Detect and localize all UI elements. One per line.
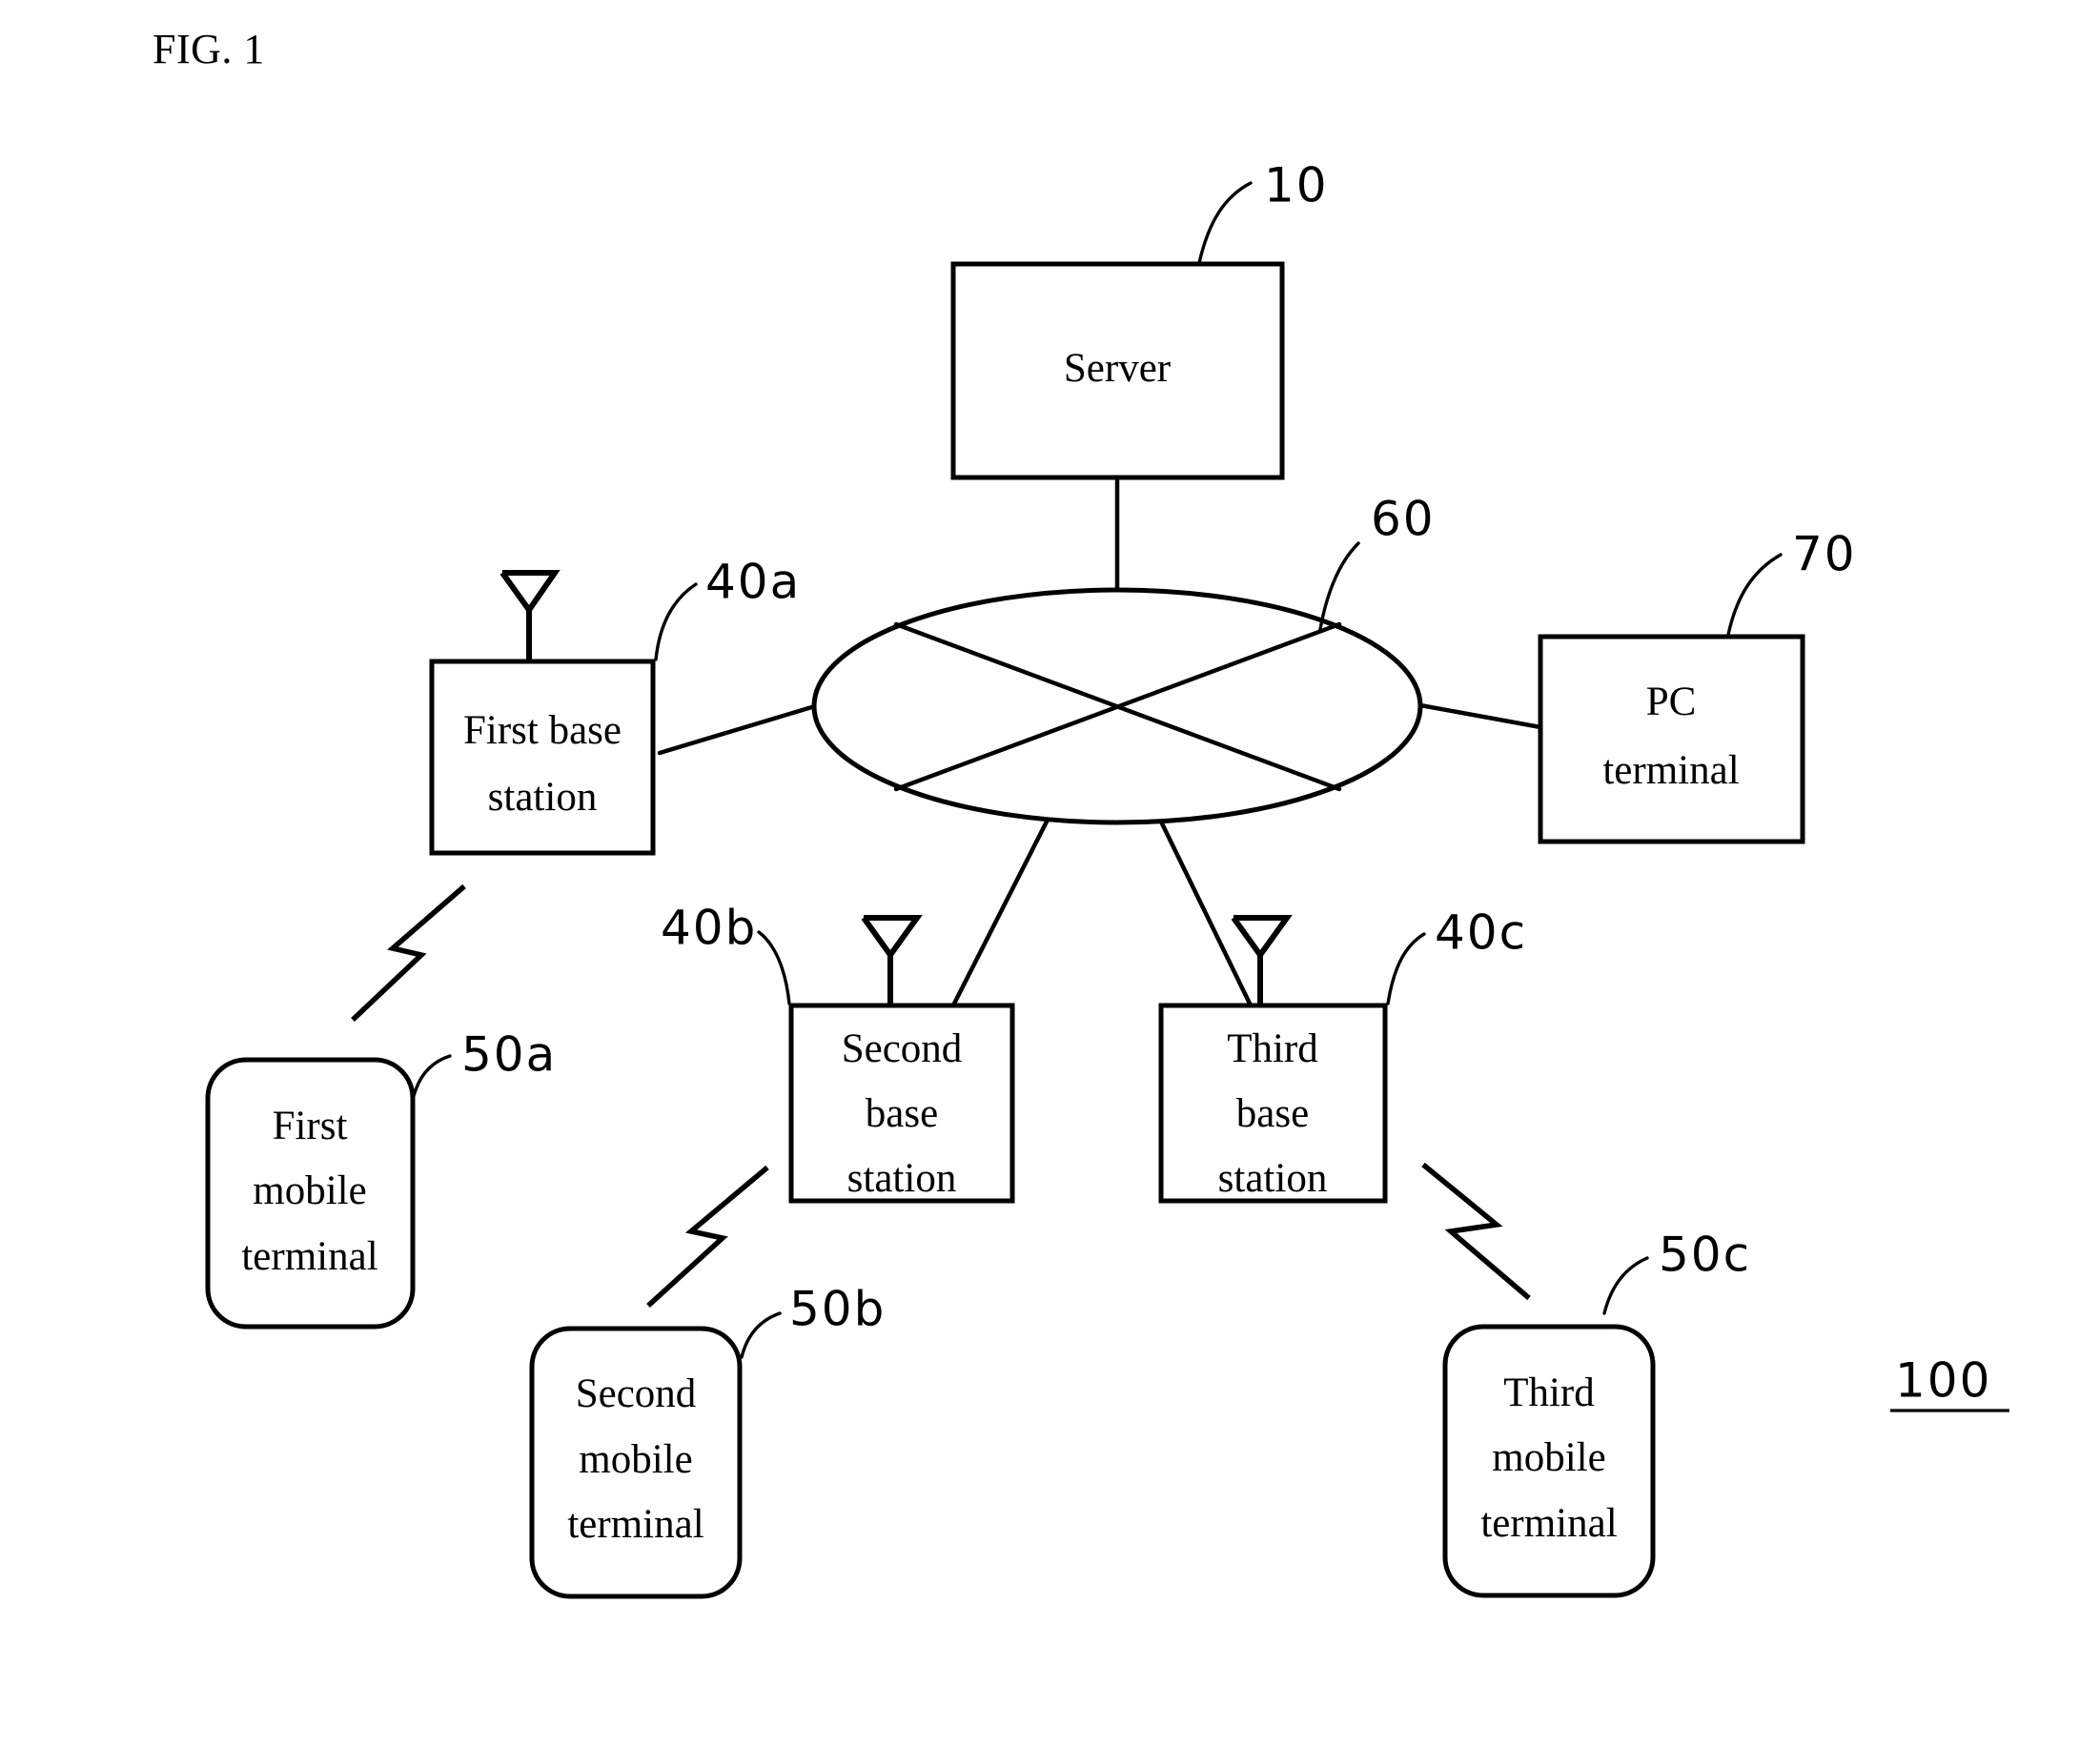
third-base-station-label-line-1: Third <box>1227 1026 1318 1071</box>
first-mobile-terminal-label-line-2: mobile <box>253 1168 366 1213</box>
pc-terminal-node[interactable]: PC terminal <box>1538 634 1805 844</box>
antenna-icon-first <box>500 570 561 661</box>
first-base-station-node[interactable]: First base station <box>429 570 656 856</box>
leader-second-base-station <box>757 930 791 1005</box>
antenna-icon-second <box>861 915 923 1005</box>
network-system-diagram: 60 Server 10 PC terminal 70 First base s… <box>205 158 2009 1599</box>
ref-server: 10 <box>1264 158 1329 213</box>
leader-pc-terminal <box>1726 553 1783 637</box>
second-base-station-label-line-3: station <box>847 1156 957 1201</box>
ref-third-base-station: 40c <box>1435 905 1527 961</box>
connector-network-to-third-base-station <box>1158 819 1254 1008</box>
third-mobile-terminal-label-line-2: mobile <box>1492 1435 1605 1480</box>
second-base-station-label-line-2: base <box>866 1091 938 1136</box>
leader-third-mobile-terminal <box>1602 1256 1649 1315</box>
second-base-station-label-line-1: Second <box>842 1026 963 1071</box>
third-base-station-node[interactable]: Third base station <box>1158 915 1388 1204</box>
antenna-icon-third <box>1231 915 1293 1005</box>
ref-second-base-station: 40b <box>661 901 757 956</box>
second-mobile-terminal-label-line-3: terminal <box>567 1502 703 1547</box>
ref-pc-terminal: 70 <box>1792 527 1857 582</box>
first-base-station-label-line-1: First base <box>463 708 622 753</box>
pc-terminal-box <box>1538 634 1805 844</box>
second-mobile-terminal-label-line-1: Second <box>576 1371 697 1416</box>
connector-network-to-second-base-station <box>950 819 1050 1008</box>
leader-third-base-station <box>1386 932 1426 1005</box>
third-mobile-terminal-label-line-3: terminal <box>1480 1501 1617 1546</box>
connector-network-to-pc-terminal <box>1417 702 1543 730</box>
first-mobile-terminal-node[interactable]: First mobile terminal <box>205 1057 416 1330</box>
network-node[interactable] <box>811 587 1423 825</box>
third-base-station-label-line-3: station <box>1218 1156 1328 1201</box>
first-mobile-terminal-label-line-1: First <box>273 1104 348 1148</box>
pc-terminal-label-line-2: terminal <box>1602 748 1739 793</box>
leader-server <box>1197 181 1253 265</box>
ref-first-base-station: 40a <box>705 555 801 610</box>
leader-first-mobile-terminal <box>412 1054 452 1098</box>
second-mobile-terminal-node[interactable]: Second mobile terminal <box>529 1326 743 1599</box>
server-label: Server <box>1064 346 1171 391</box>
third-mobile-terminal-node[interactable]: Third mobile terminal <box>1442 1324 1656 1598</box>
first-mobile-terminal-label-line-3: terminal <box>241 1234 377 1279</box>
wireless-link-bolt-second <box>646 1165 769 1309</box>
pc-terminal-label-line-1: PC <box>1646 680 1697 724</box>
connector-network-to-first-base-station <box>657 703 818 756</box>
first-base-station-label-line-2: station <box>488 775 598 820</box>
ref-first-mobile-terminal: 50a <box>461 1027 557 1083</box>
server-node[interactable]: Server <box>950 261 1285 480</box>
leader-first-base-station <box>654 582 698 661</box>
leader-network <box>1318 541 1360 631</box>
leader-second-mobile-terminal <box>740 1311 782 1359</box>
second-base-station-node[interactable]: Second base station <box>788 915 1015 1204</box>
third-mobile-terminal-label-line-1: Third <box>1503 1370 1595 1415</box>
ref-third-mobile-terminal: 50c <box>1659 1228 1751 1283</box>
wireless-link-bolt-third <box>1421 1162 1531 1301</box>
ref-system: 100 <box>1895 1353 1991 1409</box>
system-reference: 100 <box>1890 1353 2009 1412</box>
third-base-station-label-line-2: base <box>1236 1091 1309 1136</box>
ref-network: 60 <box>1371 492 1436 547</box>
first-base-station-box <box>429 659 656 856</box>
patent-figure: FIG. 1 60 Server 10 PC terminal 70 First… <box>0 0 2100 1746</box>
second-mobile-terminal-label-line-2: mobile <box>579 1437 692 1482</box>
wireless-link-bolt-first <box>351 883 466 1022</box>
ref-second-mobile-terminal: 50b <box>789 1282 886 1337</box>
